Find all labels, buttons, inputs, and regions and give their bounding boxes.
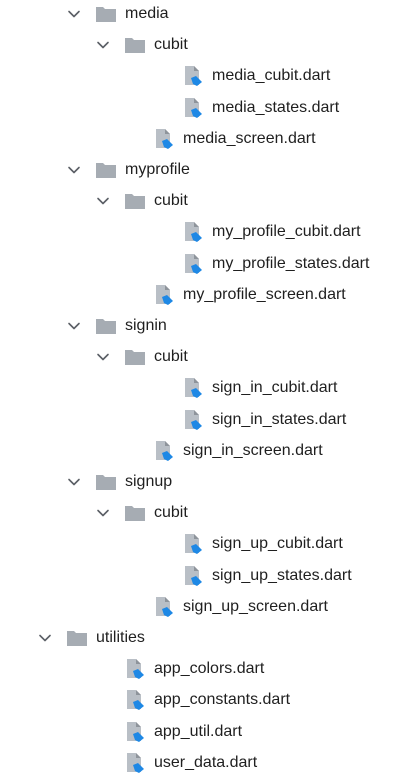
chevron-down-icon[interactable] — [66, 6, 82, 22]
dart-file-icon — [182, 533, 204, 555]
folder-icon — [95, 3, 117, 25]
tree-item-label: sign_up_states.dart — [212, 566, 352, 584]
dart-file-icon — [182, 565, 204, 587]
dart-file-icon — [124, 658, 146, 680]
tree-item-label: cubit — [154, 348, 188, 366]
dart-file-icon — [153, 440, 175, 462]
chevron-down-icon[interactable] — [95, 349, 111, 365]
tree-item-label: my_profile_cubit.dart — [212, 223, 361, 241]
tree-file-media-states-dart[interactable]: media_states.dart — [0, 93, 417, 123]
chevron-down-icon[interactable] — [95, 37, 111, 53]
dart-file-icon — [124, 689, 146, 711]
tree-item-label: media_states.dart — [212, 98, 340, 116]
chevron-down-icon[interactable] — [95, 193, 111, 209]
tree-item-label: my_profile_states.dart — [212, 254, 370, 272]
tree-item-label: app_colors.dart — [154, 660, 265, 678]
folder-icon — [95, 315, 117, 337]
folder-icon — [66, 627, 88, 649]
dart-file-icon — [153, 596, 175, 618]
tree-file-sign-up-cubit-dart[interactable]: sign_up_cubit.dart — [0, 529, 417, 559]
tree-file-sign-in-states-dart[interactable]: sign_in_states.dart — [0, 405, 417, 435]
dart-file-icon — [182, 65, 204, 87]
tree-item-label: sign_in_screen.dart — [183, 441, 323, 459]
tree-file-my-profile-states-dart[interactable]: my_profile_states.dart — [0, 249, 417, 279]
tree-folder-signup[interactable]: signup — [0, 467, 417, 497]
tree-file-my-profile-screen-dart[interactable]: my_profile_screen.dart — [0, 280, 417, 310]
dart-file-icon — [182, 97, 204, 119]
tree-file-media-screen-dart[interactable]: media_screen.dart — [0, 124, 417, 154]
chevron-down-icon[interactable] — [95, 505, 111, 521]
tree-folder-media[interactable]: media — [0, 0, 417, 29]
tree-item-label: user_data.dart — [154, 753, 258, 771]
tree-file-sign-in-cubit-dart[interactable]: sign_in_cubit.dart — [0, 373, 417, 403]
tree-item-label: app_util.dart — [154, 722, 243, 740]
folder-icon — [124, 502, 146, 524]
tree-folder-utilities[interactable]: utilities — [0, 623, 417, 653]
tree-folder-myprofile[interactable]: myprofile — [0, 155, 417, 185]
folder-icon — [124, 346, 146, 368]
tree-item-label: utilities — [96, 629, 145, 646]
chevron-down-icon[interactable] — [66, 474, 82, 490]
tree-folder-cubit[interactable]: cubit — [0, 342, 417, 372]
tree-item-label: cubit — [154, 36, 188, 54]
tree-item-label: media_screen.dart — [183, 129, 316, 147]
dart-file-icon — [182, 253, 204, 275]
dart-file-icon — [124, 752, 146, 774]
folder-icon — [95, 471, 117, 493]
tree-file-media-cubit-dart[interactable]: media_cubit.dart — [0, 61, 417, 91]
project-file-tree: media cubit media_cubit.dart media_states.d… — [0, 0, 417, 782]
tree-file-sign-up-screen-dart[interactable]: sign_up_screen.dart — [0, 592, 417, 622]
tree-file-app-util-dart[interactable]: app_util.dart — [0, 717, 417, 747]
tree-file-app-colors-dart[interactable]: app_colors.dart — [0, 654, 417, 684]
tree-folder-cubit[interactable]: cubit — [0, 30, 417, 60]
chevron-down-icon[interactable] — [66, 162, 82, 178]
tree-item-label: myprofile — [125, 161, 190, 178]
tree-file-user-data-dart[interactable]: user_data.dart — [0, 748, 417, 778]
folder-icon — [95, 159, 117, 181]
tree-folder-signin[interactable]: signin — [0, 311, 417, 341]
tree-item-label: my_profile_screen.dart — [183, 285, 346, 303]
tree-item-label: signin — [125, 317, 167, 334]
dart-file-icon — [124, 721, 146, 743]
tree-file-my-profile-cubit-dart[interactable]: my_profile_cubit.dart — [0, 217, 417, 247]
dart-file-icon — [182, 221, 204, 243]
folder-icon — [124, 190, 146, 212]
dart-file-icon — [153, 128, 175, 150]
tree-item-label: cubit — [154, 504, 188, 522]
tree-file-sign-in-screen-dart[interactable]: sign_in_screen.dart — [0, 436, 417, 466]
dart-file-icon — [182, 409, 204, 431]
chevron-down-icon[interactable] — [66, 318, 82, 334]
tree-item-label: media_cubit.dart — [212, 67, 331, 85]
chevron-down-icon[interactable] — [37, 630, 53, 646]
tree-item-label: sign_up_cubit.dart — [212, 535, 343, 553]
tree-folder-cubit[interactable]: cubit — [0, 498, 417, 528]
tree-item-label: media — [125, 5, 169, 22]
tree-file-sign-up-states-dart[interactable]: sign_up_states.dart — [0, 561, 417, 591]
tree-item-label: signup — [125, 473, 173, 490]
dart-file-icon — [182, 377, 204, 399]
dart-file-icon — [153, 284, 175, 306]
tree-item-label: sign_in_cubit.dart — [212, 379, 338, 397]
tree-item-label: app_constants.dart — [154, 691, 291, 709]
folder-icon — [124, 34, 146, 56]
tree-item-label: sign_up_screen.dart — [183, 597, 328, 615]
tree-file-app-constants-dart[interactable]: app_constants.dart — [0, 685, 417, 715]
tree-item-label: sign_in_states.dart — [212, 410, 347, 428]
tree-folder-cubit[interactable]: cubit — [0, 186, 417, 216]
tree-item-label: cubit — [154, 192, 188, 210]
